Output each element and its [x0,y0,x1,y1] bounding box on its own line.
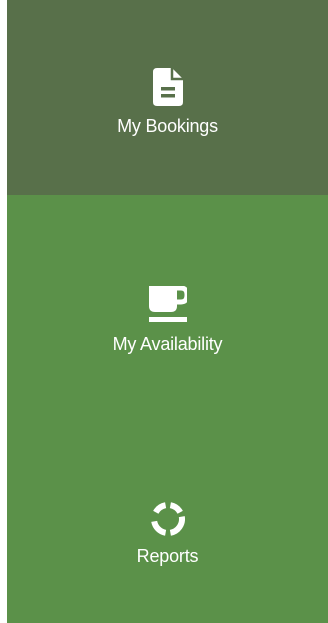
sidebar-item-my-bookings[interactable]: My Bookings [7,0,328,195]
sidebar-item-label: Reports [136,546,199,566]
sidebar-item-reports[interactable]: Reports [7,400,328,623]
sidebar-item-label: My Availability [112,334,223,354]
sidebar-nav: My Bookings My Availability Reports [7,0,328,623]
sidebar-item-my-availability[interactable]: My Availability [7,195,328,400]
donut-chart-icon [150,502,185,536]
sidebar-item-label: My Bookings [117,116,218,136]
document-icon [152,68,183,106]
coffee-cup-icon [148,286,187,322]
